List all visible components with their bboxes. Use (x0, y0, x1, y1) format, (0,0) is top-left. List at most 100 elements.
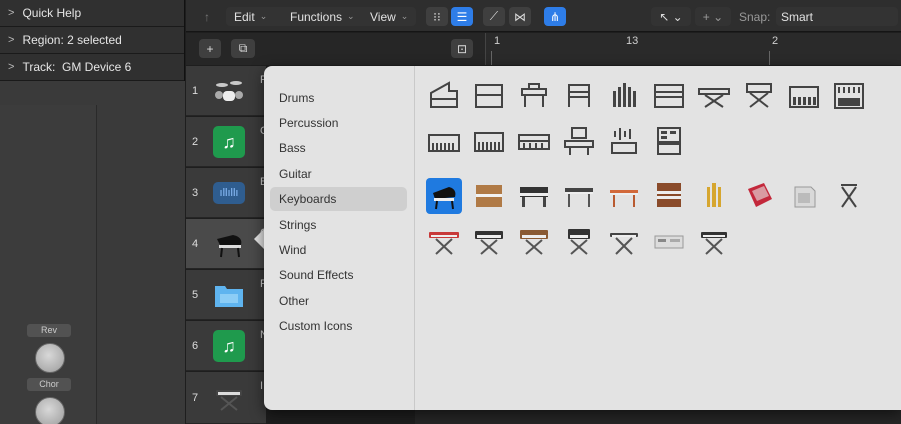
track-header[interactable]: 7 I (186, 372, 266, 424)
computer-keyboard-outline-icon[interactable] (561, 124, 597, 160)
upright-piano-outline-icon[interactable] (471, 78, 507, 114)
category-other[interactable]: Other (270, 289, 407, 313)
track-number: 6 (192, 339, 199, 352)
flex-icon[interactable]: ⋈ (509, 7, 531, 26)
modular-synth-outline-icon[interactable] (831, 78, 867, 114)
track-header[interactable]: 1 P (186, 66, 267, 116)
track-header[interactable]: 2 ♫ C (186, 117, 268, 167)
category-sound-effects[interactable]: Sound Effects (270, 263, 407, 287)
keyboard-stand-color-icon[interactable] (831, 178, 867, 214)
electric-piano-outline-icon[interactable] (516, 78, 552, 114)
red-synth-stand-icon[interactable] (426, 224, 462, 260)
automation-icon[interactable]: ⟋ (483, 7, 505, 26)
catch-icon[interactable]: ⋔ (544, 7, 566, 26)
quick-help-row[interactable]: > Quick Help (0, 0, 184, 27)
stage-piano-color-icon[interactable] (606, 178, 642, 214)
track-row[interactable]: > Track: GM Device 6 (0, 54, 184, 81)
category-strings[interactable]: Strings (270, 213, 407, 237)
wave-keyboard-outline-icon[interactable] (606, 124, 642, 160)
popover-pointer (254, 229, 264, 249)
track-header[interactable]: 5 F (186, 270, 267, 320)
collapse-icon[interactable]: ⊡ (451, 39, 473, 58)
region-label: Region: 2 selected (22, 33, 122, 47)
functions-menu[interactable]: Functions ⌄ (290, 7, 355, 26)
grid-view-icon[interactable]: ⁝⁝ (426, 7, 448, 26)
folder-icon (213, 279, 245, 311)
keyboard-stand-icon (213, 381, 245, 413)
track-number: 2 (192, 135, 199, 148)
stage-keyboard-outline-icon[interactable] (696, 78, 732, 114)
track-number: 7 (192, 391, 199, 404)
synth-outline-icon[interactable] (786, 78, 822, 114)
keyboard-stand-outline-icon[interactable] (741, 78, 777, 114)
snap-label: Snap: (739, 9, 771, 24)
channel-strip-area: Rev Chor (0, 81, 185, 424)
track-number: 5 (192, 288, 199, 301)
keyboard-stand-icon[interactable] (561, 224, 597, 260)
region-row[interactable]: > Region: 2 selected (0, 27, 184, 54)
category-guitar[interactable]: Guitar (270, 162, 407, 186)
rack-synth-icon[interactable] (651, 224, 687, 260)
ruler-mark: 13 (626, 35, 639, 47)
keyboard-stand-icon[interactable] (606, 224, 642, 260)
chor-label: Chor (27, 378, 71, 391)
icon-picker-popover: Drums Percussion Bass Guitar Keyboards S… (264, 66, 901, 410)
duplicate-track-icon[interactable]: ⧉ (231, 39, 255, 58)
plus-tool-icon[interactable]: + ⌄ (695, 7, 731, 26)
category-percussion[interactable]: Percussion (270, 111, 407, 135)
track-name: I (260, 380, 264, 392)
keyboard-stand-icon[interactable] (696, 224, 732, 260)
chevron-right-icon: > (8, 61, 15, 73)
category-drums[interactable]: Drums (270, 86, 407, 110)
divider (96, 105, 97, 424)
organ-console-outline-icon[interactable] (651, 78, 687, 114)
synth-stand-icon[interactable] (471, 224, 507, 260)
view-menu[interactable]: View ⌄ (370, 7, 408, 26)
chor-knob[interactable] (35, 397, 65, 424)
chevron-down-icon: ⌄ (347, 11, 355, 21)
edit-menu[interactable]: Edit ⌄ (234, 7, 267, 26)
chevron-down-icon: ⌄ (400, 11, 409, 21)
chevron-down-icon: ⌄ (259, 11, 268, 21)
category-custom-icons[interactable]: Custom Icons (270, 314, 407, 338)
music-note-icon: ♫ (213, 330, 245, 362)
snap-select[interactable]: Smart (776, 7, 898, 26)
pipe-organ-color-icon[interactable] (696, 178, 732, 214)
view-label: View (370, 9, 396, 24)
pipe-organ-outline-icon[interactable] (606, 78, 642, 114)
back-arrow-icon[interactable]: ↑ (196, 7, 218, 26)
rev-knob[interactable] (35, 343, 65, 373)
keyboard-outline-icon[interactable] (426, 124, 462, 160)
track-header[interactable]: 3 ıllıllı B (186, 168, 267, 218)
category-keyboards[interactable]: Keyboards (270, 187, 407, 211)
accordion-color-icon[interactable] (741, 178, 777, 214)
analog-synth-stand-icon[interactable] (516, 224, 552, 260)
keyboard-outline-icon[interactable] (471, 124, 507, 160)
grand-piano-outline-icon[interactable] (426, 78, 462, 114)
pointer-tool-icon[interactable]: ↖ ⌄ (651, 7, 691, 26)
electric-piano-color-icon[interactable] (561, 178, 597, 214)
organ-speaker-color-icon[interactable] (786, 178, 822, 214)
spinet-piano-outline-icon[interactable] (561, 78, 597, 114)
track-number: 3 (192, 186, 199, 199)
category-list: Drums Percussion Bass Guitar Keyboards S… (264, 66, 415, 410)
digital-piano-color-icon[interactable] (516, 178, 552, 214)
ruler-mark: 2 (772, 35, 779, 47)
edit-label: Edit (234, 9, 255, 24)
ruler[interactable]: 1 13 2 (485, 33, 901, 65)
track-label: Track: GM Device 6 (22, 60, 132, 74)
sequencer-keyboard-outline-icon[interactable] (651, 124, 687, 160)
grand-piano-color-icon[interactable] (426, 178, 462, 214)
icon-grid (416, 66, 901, 410)
ruler-mark: 1 (494, 35, 501, 47)
track-header[interactable]: 6 ♫ N (186, 321, 268, 371)
waveform-icon: ıllıllı (213, 182, 245, 204)
organ-color-icon[interactable] (651, 178, 687, 214)
channel-strip (0, 105, 96, 424)
category-wind[interactable]: Wind (270, 238, 407, 262)
add-track-icon[interactable]: + (199, 39, 221, 58)
keyboard-outline-icon[interactable] (516, 124, 552, 160)
upright-piano-color-icon[interactable] (471, 178, 507, 214)
list-view-icon[interactable]: ☰ (451, 7, 473, 26)
category-bass[interactable]: Bass (270, 136, 407, 160)
